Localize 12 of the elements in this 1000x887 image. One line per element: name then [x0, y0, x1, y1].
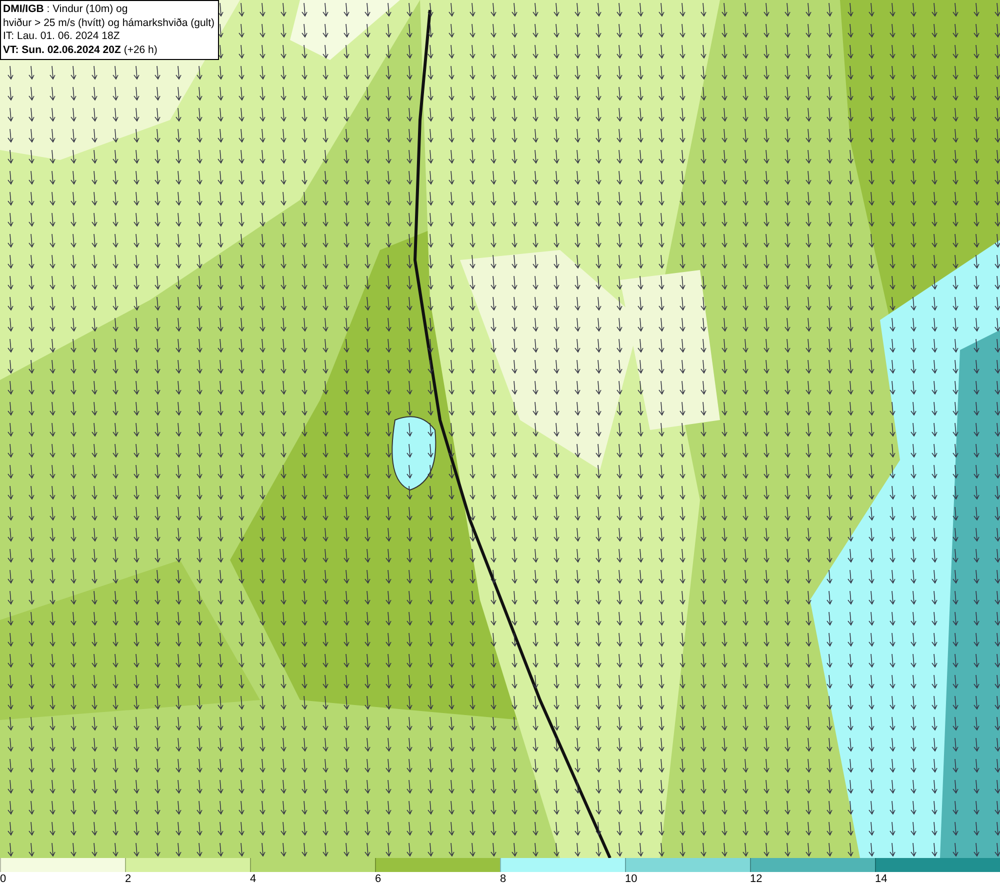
legend-label: 0 [0, 872, 6, 887]
map-info-line: DMI/IGB : Vindur (10m) og [3, 3, 129, 16]
legend-label: 12 [750, 872, 762, 887]
legend-label: 10 [625, 872, 638, 887]
legend-label: 14 [875, 872, 888, 887]
legend-label: 2 [125, 872, 132, 887]
legend-label: 8 [500, 872, 506, 887]
legend-label: 4 [250, 872, 256, 887]
map-info-line: IT: Lau. 01. 06. 2024 18Z [3, 30, 121, 44]
legend-label: 6 [375, 872, 382, 887]
map-info-line: hviður > 25 m/s (hvítt) og hámarkshviða (gult) [3, 16, 215, 30]
map-info-line: VT: Sun. 02.06.2024 20Z (+26 h) [3, 44, 158, 57]
